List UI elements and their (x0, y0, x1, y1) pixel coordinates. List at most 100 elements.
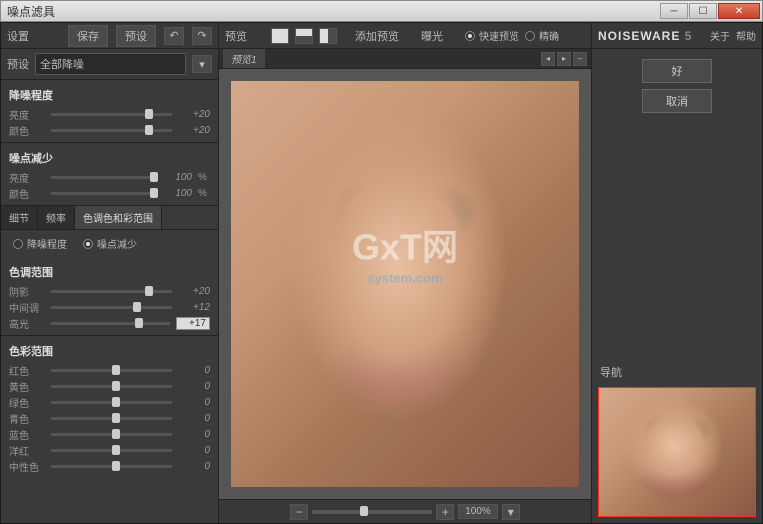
luminance-slider[interactable] (51, 113, 172, 116)
exposure-button[interactable]: 曝光 (421, 28, 443, 44)
red-label: 红色 (9, 363, 45, 378)
left-panel: 设置 保存 预设 ↶ ↷ 预设 全部降噪 ▾ 降噪程度 亮度 +20 颜色 +2… (1, 23, 219, 523)
magenta-label: 洋红 (9, 443, 45, 458)
navigator-title: 导航 (598, 361, 756, 383)
tonal-range-title: 色调范围 (1, 261, 218, 283)
ok-button[interactable]: 好 (642, 59, 712, 83)
maximize-button[interactable]: ☐ (689, 3, 717, 19)
noise-level-title: 降噪程度 (1, 84, 218, 106)
red-slider[interactable] (51, 369, 172, 372)
help-link[interactable]: 帮助 (736, 28, 756, 43)
preset-button[interactable]: 预设 (116, 25, 156, 47)
zoom-dropdown-icon[interactable]: ▾ (502, 504, 520, 520)
yellow-slider[interactable] (51, 385, 172, 388)
zoom-in-icon[interactable]: + (436, 504, 454, 520)
noise-level-section: 降噪程度 亮度 +20 颜色 +20 (1, 80, 218, 143)
add-preview-button[interactable]: 添加预览 (355, 28, 399, 44)
midtones-value: +12 (178, 302, 210, 313)
radio-noise-level[interactable]: 降噪程度 (13, 236, 67, 251)
right-panel: NOISEWARE 5 关于 帮助 好 取消 导航 (592, 23, 762, 523)
nr-color-label: 颜色 (9, 186, 45, 201)
about-link[interactable]: 关于 (710, 28, 730, 43)
blue-label: 蓝色 (9, 427, 45, 442)
luminance-label: 亮度 (9, 107, 45, 122)
nr-luminance-slider[interactable] (51, 176, 154, 179)
brand: NOISEWARE 5 (598, 29, 704, 43)
color-range-section: 色彩范围 红色0 黄色0 绿色0 青色0 蓝色0 洋红0 中性色0 (1, 336, 218, 478)
nr-luminance-row: 亮度 100 % (1, 169, 218, 185)
zoom-slider[interactable] (312, 510, 432, 514)
yellow-value: 0 (178, 381, 210, 392)
preview-tab-1[interactable]: 预览1 (223, 49, 265, 68)
luminance-slider-row: 亮度 +20 (1, 106, 218, 122)
midtones-row: 中间调 +12 (1, 299, 218, 315)
green-slider[interactable] (51, 401, 172, 404)
luminance-value: +20 (178, 109, 210, 120)
view-single-icon[interactable] (271, 28, 289, 44)
tab-frequency[interactable]: 频率 (38, 206, 75, 229)
undo-icon[interactable]: ↶ (164, 27, 184, 45)
preview-label: 预览 (225, 28, 247, 44)
center-panel: 预览 添加预览 曝光 快速预览 精确 预览1 ◂ ▸ – (219, 23, 592, 523)
color-range-title: 色彩范围 (1, 340, 218, 362)
close-tab-icon[interactable]: – (573, 52, 587, 66)
mode-radios: 降噪程度 噪点减少 (1, 230, 218, 257)
yellow-label: 黄色 (9, 379, 45, 394)
right-header: NOISEWARE 5 关于 帮助 (592, 23, 762, 49)
watermark: GxT网 system.com (352, 218, 458, 285)
magenta-slider[interactable] (51, 449, 172, 452)
app-body: 设置 保存 预设 ↶ ↷ 预设 全部降噪 ▾ 降噪程度 亮度 +20 颜色 +2… (0, 22, 763, 524)
nr-color-row: 颜色 100 % (1, 185, 218, 201)
nr-color-slider[interactable] (51, 192, 154, 195)
midtones-slider[interactable] (51, 306, 172, 309)
color-label: 颜色 (9, 123, 45, 138)
nr-luminance-label: 亮度 (9, 170, 45, 185)
shadows-slider[interactable] (51, 290, 172, 293)
close-button[interactable]: ✕ (718, 3, 760, 19)
blue-slider[interactable] (51, 433, 172, 436)
zoom-out-icon[interactable]: − (290, 504, 308, 520)
tonal-range-section: 色调范围 阴影 +20 中间调 +12 高光 (1, 257, 218, 336)
preset-select[interactable]: 全部降噪 (35, 53, 186, 75)
radio-fast-preview[interactable]: 快速预览 (465, 28, 519, 43)
action-buttons: 好 取消 (592, 49, 762, 123)
redo-icon[interactable]: ↷ (192, 27, 212, 45)
tab-detail[interactable]: 细节 (1, 206, 38, 229)
highlights-slider[interactable] (51, 322, 170, 325)
radio-precise[interactable]: 精确 (525, 28, 559, 43)
green-value: 0 (178, 397, 210, 408)
highlights-input[interactable] (176, 317, 210, 330)
tab-tonal[interactable]: 色调色和彩范围 (75, 206, 162, 229)
cancel-button[interactable]: 取消 (642, 89, 712, 113)
highlights-row: 高光 (1, 315, 218, 331)
neutral-slider[interactable] (51, 465, 172, 468)
neutral-label: 中性色 (9, 459, 45, 474)
save-button[interactable]: 保存 (68, 25, 108, 47)
red-value: 0 (178, 365, 210, 376)
navigator-section: 导航 (592, 355, 762, 523)
highlights-label: 高光 (9, 316, 45, 331)
settings-label: 设置 (7, 28, 29, 44)
color-slider[interactable] (51, 129, 172, 132)
radio-noise-reduction[interactable]: 噪点减少 (83, 236, 137, 251)
shadows-row: 阴影 +20 (1, 283, 218, 299)
next-tab-icon[interactable]: ▸ (557, 52, 571, 66)
noise-reduction-section: 噪点减少 亮度 100 % 颜色 100 % (1, 143, 218, 206)
dropdown-icon[interactable]: ▾ (192, 55, 212, 73)
cyan-slider[interactable] (51, 417, 172, 420)
nr-color-value: 100 (160, 188, 192, 199)
sub-tabs: 细节 频率 色调色和彩范围 (1, 206, 218, 230)
minimize-button[interactable]: ─ (660, 3, 688, 19)
window-title: 噪点滤具 (3, 3, 659, 20)
prev-tab-icon[interactable]: ◂ (541, 52, 555, 66)
view-split-v-icon[interactable] (319, 28, 337, 44)
preview-tabs: 预览1 ◂ ▸ – (219, 49, 591, 69)
blue-value: 0 (178, 429, 210, 440)
zoom-value[interactable]: 100% (458, 504, 498, 519)
titlebar: 噪点滤具 ─ ☐ ✕ (0, 0, 763, 22)
view-split-h-icon[interactable] (295, 28, 313, 44)
navigator-thumbnail[interactable] (598, 387, 756, 517)
color-slider-row: 颜色 +20 (1, 122, 218, 138)
preview-area[interactable]: GxT网 system.com (219, 69, 591, 499)
green-label: 绿色 (9, 395, 45, 410)
